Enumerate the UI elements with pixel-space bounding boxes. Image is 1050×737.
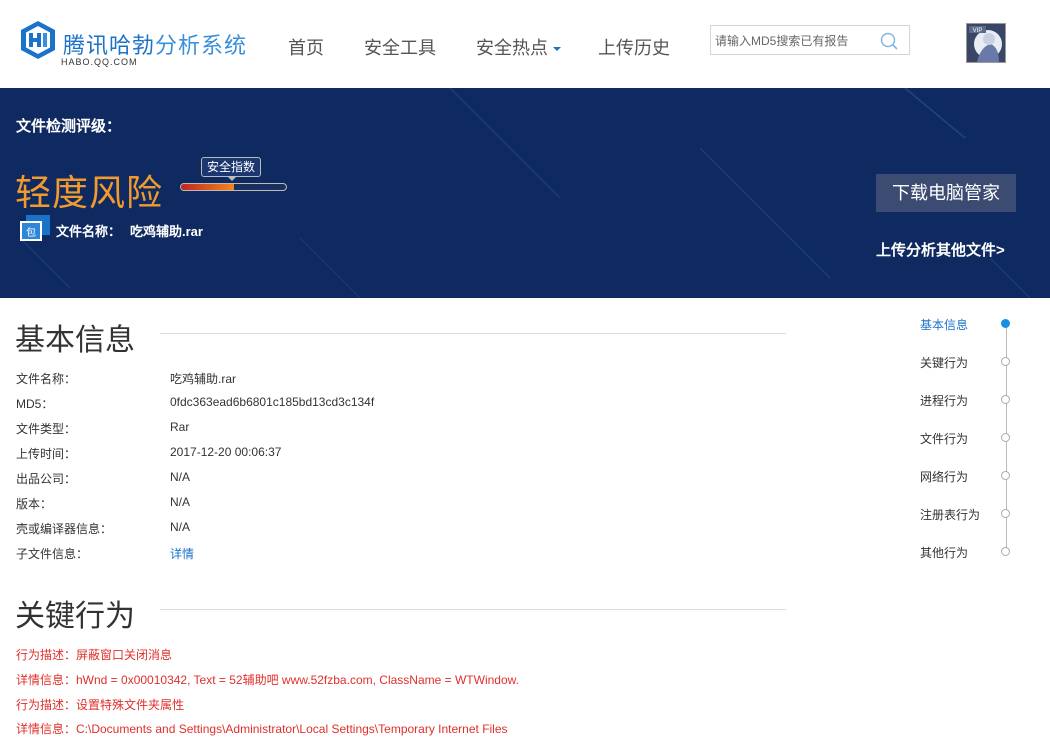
- nav-security-tools[interactable]: 安全工具: [364, 34, 436, 60]
- info-value: N/A: [170, 470, 191, 484]
- security-index-tag: 安全指数: [201, 157, 262, 181]
- section-divider: [160, 333, 786, 334]
- file-name-label: 文件名称：: [56, 224, 122, 239]
- brand-domain: HABO.QQ.COM: [61, 57, 138, 67]
- side-nav-dot[interactable]: [1001, 433, 1010, 442]
- behavior-detail: 详情信息：C:\Documents and Settings\Administr…: [16, 722, 508, 736]
- behavior-description: 行为描述：屏蔽窗口关闭消息: [16, 648, 173, 662]
- search-icon[interactable]: [879, 31, 899, 51]
- user-avatar[interactable]: VIP: [966, 23, 1006, 63]
- side-nav-basic-info[interactable]: 基本信息: [920, 316, 968, 333]
- side-nav-dot[interactable]: [1001, 357, 1010, 366]
- side-nav-process-behavior[interactable]: 进程行为: [920, 392, 968, 409]
- info-label: 出品公司：: [16, 472, 77, 486]
- side-nav-registry-behavior[interactable]: 注册表行为: [920, 506, 980, 523]
- upload-time-value: 2017-12-20 00:06:37: [170, 445, 282, 459]
- archive-file-icon: 包: [20, 215, 50, 241]
- behavior-description: 行为描述：设置特殊文件夹属性: [16, 698, 185, 712]
- side-nav-dot[interactable]: [1001, 471, 1010, 480]
- brand-name: 腾讯哈勃分析系统: [63, 33, 248, 58]
- file-name-value: 吃鸡辅助.rar: [130, 224, 203, 239]
- key-behavior-title: 关键行为: [15, 600, 135, 633]
- security-index-bar: [180, 183, 287, 191]
- info-value: Rar: [170, 420, 190, 434]
- info-label: 壳或编译器信息：: [16, 522, 113, 536]
- basic-info-title: 基本信息: [15, 324, 135, 357]
- info-label: 文件类型：: [16, 422, 77, 436]
- security-index-bar-fill: [181, 184, 234, 190]
- nav-home[interactable]: 首页: [288, 34, 324, 60]
- nav-security-hotspots[interactable]: 安全热点: [476, 34, 561, 60]
- subfile-details-link[interactable]: 详情: [170, 545, 194, 562]
- info-label: 版本：: [16, 497, 53, 511]
- info-label: 子文件信息：: [16, 547, 89, 561]
- side-nav-dot[interactable]: [1001, 319, 1010, 328]
- upload-other-file-link[interactable]: 上传分析其他文件>: [876, 239, 1005, 260]
- search-box: [710, 25, 910, 55]
- top-header: 腾讯哈勃分析系统 HABO.QQ.COM 首页 安全工具 安全热点 上传历史 V…: [0, 0, 1050, 88]
- side-nav-dot[interactable]: [1001, 509, 1010, 518]
- side-nav-network-behavior[interactable]: 网络行为: [920, 468, 968, 485]
- section-divider: [160, 609, 786, 610]
- side-nav-other-behavior[interactable]: 其他行为: [920, 544, 968, 561]
- behavior-detail: 详情信息：hWnd = 0x00010342, Text = 52辅助吧 www…: [16, 673, 519, 687]
- info-value: N/A: [170, 520, 191, 534]
- info-label: MD5：: [16, 397, 54, 411]
- info-label: 上传时间：: [16, 447, 77, 461]
- info-label: 文件名称：: [16, 372, 77, 386]
- md5-value: 0fdc363ead6b6801c185bd13cd3c134f: [170, 395, 375, 409]
- info-value: 吃鸡辅助.rar: [170, 372, 237, 386]
- md5-search-input[interactable]: [713, 30, 877, 52]
- rating-label: 文件检测评级：: [16, 118, 122, 135]
- side-nav-dot[interactable]: [1001, 547, 1010, 556]
- info-value: N/A: [170, 495, 191, 509]
- svg-text:包: 包: [26, 226, 36, 239]
- side-nav-file-behavior[interactable]: 文件行为: [920, 430, 968, 447]
- chevron-down-icon: [553, 47, 561, 52]
- side-nav-dot[interactable]: [1001, 395, 1010, 404]
- nav-upload-history[interactable]: 上传历史: [598, 34, 670, 60]
- download-pc-manager-button[interactable]: 下载电脑管家: [876, 174, 1016, 212]
- rating-banner: 文件检测评级： 轻度风险 安全指数 包 文件名称： 吃鸡辅助.rar 下载电脑管…: [0, 88, 1050, 298]
- risk-level: 轻度风险: [15, 172, 164, 213]
- habo-logo[interactable]: 腾讯哈勃分析系统 HABO.QQ.COM: [18, 20, 258, 70]
- habo-logo-icon: [21, 21, 55, 59]
- side-nav-key-behavior[interactable]: 关键行为: [920, 354, 968, 371]
- avatar-image: VIP: [967, 24, 1005, 62]
- vip-badge: VIP: [973, 28, 983, 34]
